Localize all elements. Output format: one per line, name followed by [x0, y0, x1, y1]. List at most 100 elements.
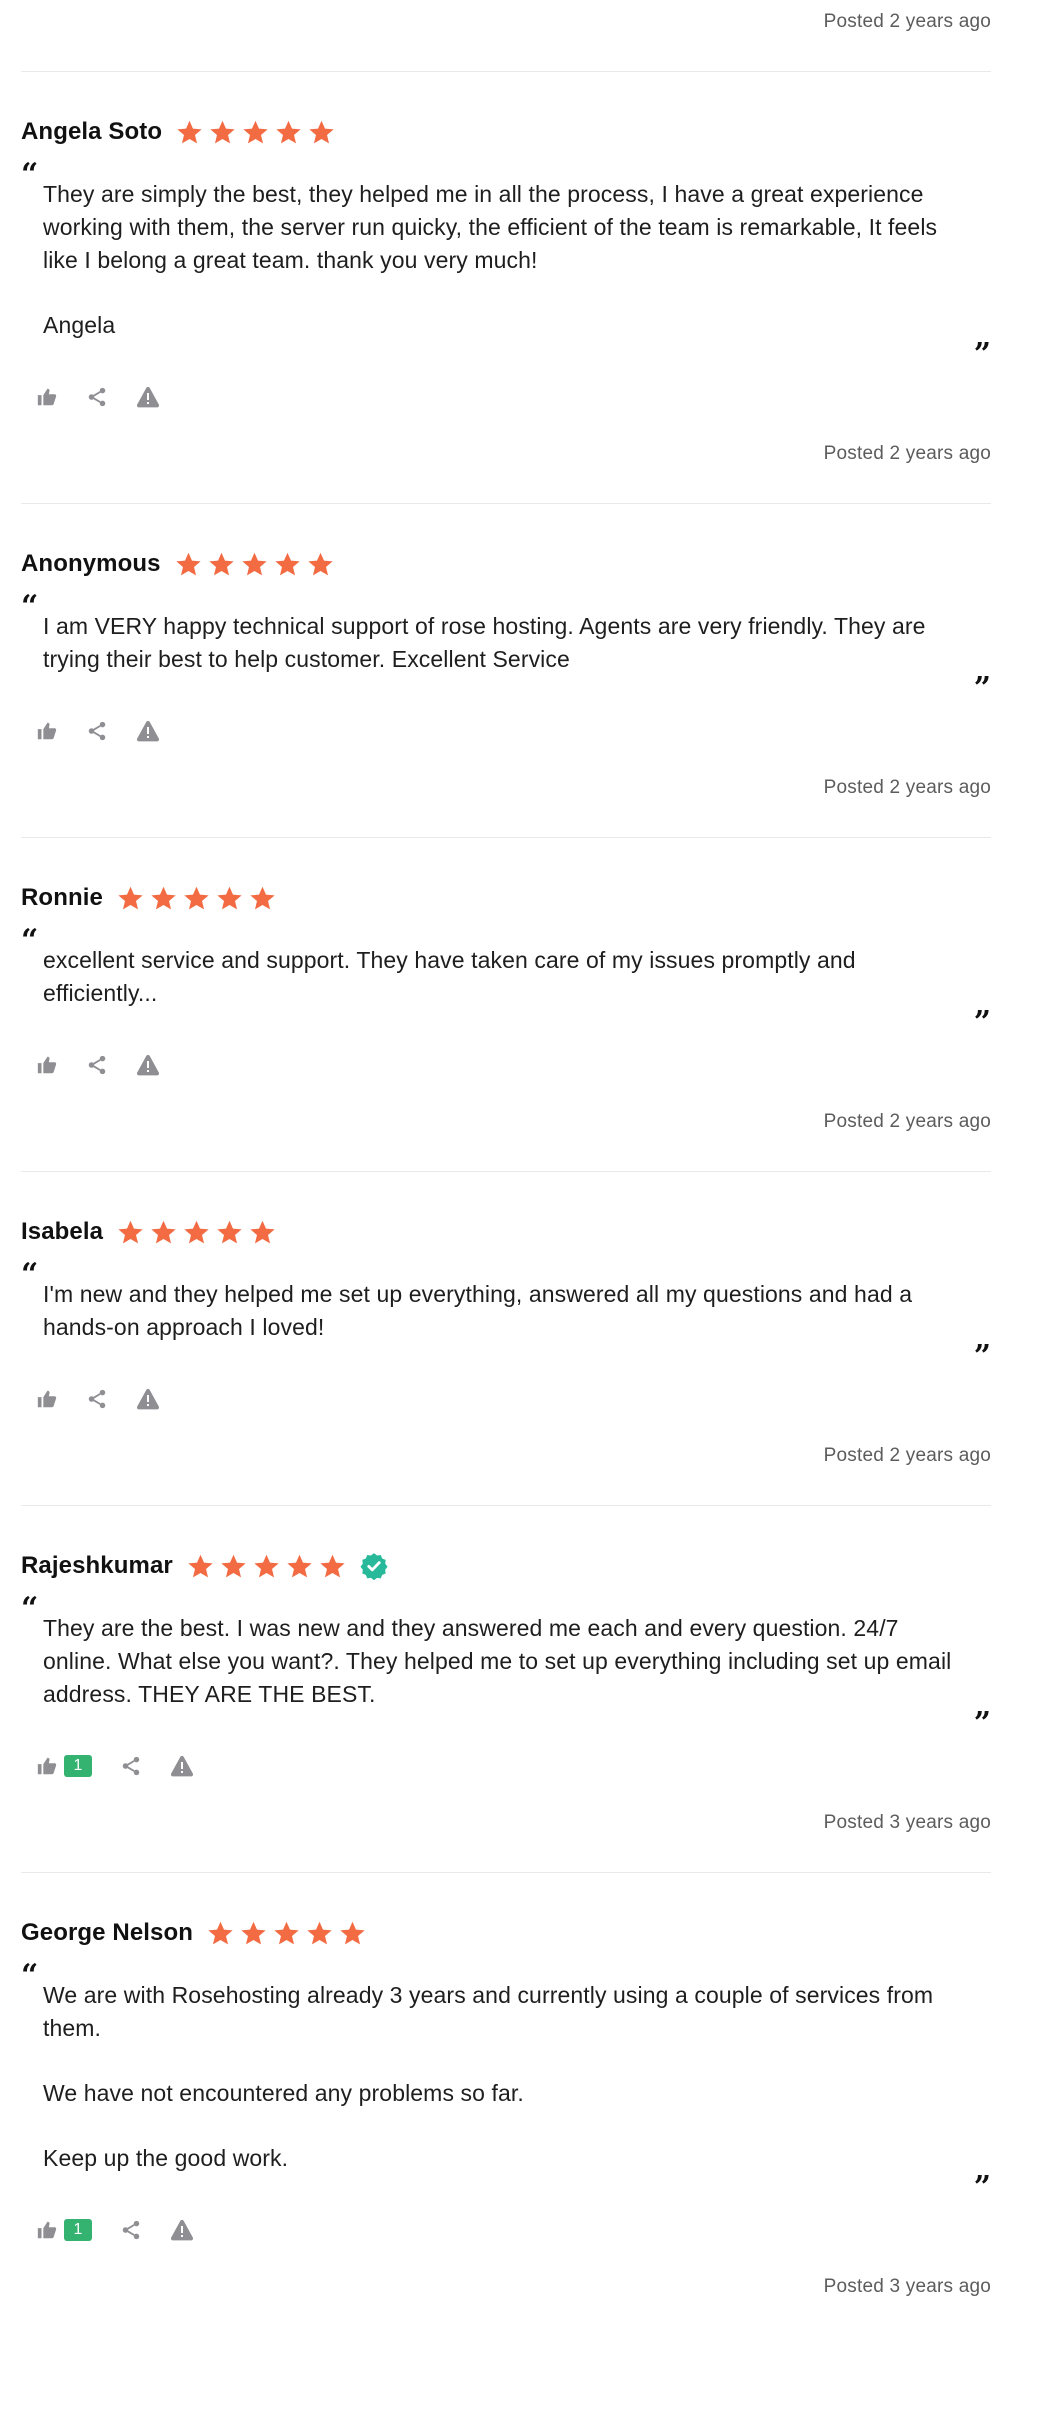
star-icon [306, 1920, 333, 1947]
reviewer-name[interactable]: Rajeshkumar [21, 1552, 173, 1580]
review-header: Isabela [21, 1212, 991, 1252]
star-rating [207, 1920, 372, 1947]
review-text: I'm new and they helped me set up everyt… [21, 1278, 991, 1344]
close-quote-row: ” [21, 1008, 991, 1038]
star-icon [117, 885, 144, 912]
review: Isabela “I'm new and they helped me set u… [21, 1212, 991, 1470]
review-actions [21, 714, 991, 748]
thumbs-up-icon [36, 386, 58, 408]
review-actions: 1 [21, 2213, 991, 2247]
like-button[interactable] [36, 720, 58, 742]
posted-date: Posted 2 years ago [823, 443, 991, 464]
share-button[interactable] [86, 1388, 108, 1410]
thumbs-up-icon [36, 1054, 58, 1076]
star-icon [319, 1553, 346, 1580]
like-button[interactable] [36, 386, 58, 408]
review-actions [21, 1048, 991, 1082]
close-quote-row: ” [21, 1706, 991, 1741]
open-quote-icon: “ [21, 1257, 39, 1292]
review: George Nelson “We are with Rosehosting al… [21, 1913, 991, 2301]
review: Anonymous “I am VERY happy technical supp… [21, 544, 991, 802]
open-quote-icon: “ [21, 157, 39, 192]
review-text: They are simply the best, they helped me… [21, 178, 991, 342]
review-paragraph: We are with Rosehosting already 3 years … [43, 1982, 934, 2041]
warning-icon [170, 2218, 194, 2242]
report-button[interactable] [136, 1053, 160, 1077]
review-paragraph: I am VERY happy technical support of ros… [43, 613, 926, 672]
share-icon [120, 2219, 142, 2241]
review-paragraph: excellent service and support. They have… [43, 947, 856, 1006]
star-icon [207, 1920, 234, 1947]
close-quote-row: ” [21, 340, 991, 370]
close-quote-row: ” [21, 674, 991, 704]
star-icon [208, 551, 235, 578]
thumbs-up-icon [36, 1388, 58, 1410]
reviewer-name[interactable]: Ronnie [21, 884, 103, 912]
like-button[interactable]: 1 [36, 1755, 92, 1777]
review: Angela Soto “They are simply the best, th… [21, 112, 991, 468]
like-count-badge: 1 [64, 2219, 92, 2241]
star-icon [273, 1920, 300, 1947]
report-button[interactable] [170, 1754, 194, 1778]
review-text: They are the best. I was new and they an… [21, 1612, 991, 1711]
report-button[interactable] [136, 385, 160, 409]
star-rating [175, 551, 340, 578]
star-icon [183, 1219, 210, 1246]
thumbs-up-icon [36, 1755, 58, 1777]
divider [21, 503, 991, 504]
posted-date: Posted 3 years ago [823, 1812, 991, 1833]
report-button[interactable] [136, 719, 160, 743]
share-button[interactable] [86, 720, 108, 742]
close-quote-icon: ” [973, 1339, 991, 1374]
review-paragraph: Angela [43, 312, 116, 338]
star-icon [220, 1553, 247, 1580]
reviews-column: Posted 2 years ago Angela Soto “They are s… [21, 8, 991, 2301]
review-paragraph: They are simply the best, they helped me… [43, 181, 938, 273]
review-header: George Nelson [21, 1913, 991, 1953]
posted-date: Posted 2 years ago [823, 11, 991, 32]
star-rating [187, 1553, 352, 1580]
divider [21, 1171, 991, 1172]
review: Rajeshkumar “They are the best. I was new… [21, 1546, 991, 1837]
verified-badge-icon [360, 1552, 388, 1580]
star-icon [216, 885, 243, 912]
review-header: Angela Soto [21, 112, 991, 152]
warning-icon [136, 1053, 160, 1077]
divider [21, 71, 991, 72]
share-button[interactable] [120, 2219, 142, 2241]
open-quote-icon: “ [21, 923, 39, 958]
star-icon [274, 551, 301, 578]
reviewer-name[interactable]: Isabela [21, 1218, 103, 1246]
review-header: Ronnie [21, 878, 991, 918]
reviewer-name[interactable]: Angela Soto [21, 118, 162, 146]
share-button[interactable] [86, 386, 108, 408]
like-button[interactable]: 1 [36, 2219, 92, 2241]
star-icon [275, 119, 302, 146]
reviewer-name[interactable]: Anonymous [21, 550, 161, 578]
review-header: Anonymous [21, 544, 991, 584]
warning-icon [136, 1387, 160, 1411]
star-icon [117, 1219, 144, 1246]
review-paragraph: I'm new and they helped me set up everyt… [43, 1281, 913, 1340]
like-count-badge: 1 [64, 1755, 92, 1777]
like-button[interactable] [36, 1054, 58, 1076]
reviews-page: Posted 2 years ago Angela Soto “They are s… [0, 0, 1056, 2434]
close-quote-icon: ” [973, 1706, 991, 1741]
report-button[interactable] [136, 1387, 160, 1411]
review-quote: “We are with Rosehosting already 3 years… [21, 1961, 991, 2203]
star-icon [339, 1920, 366, 1947]
share-icon [86, 1054, 108, 1076]
like-button[interactable] [36, 1388, 58, 1410]
review-quote: “They are simply the best, they helped m… [21, 160, 991, 370]
review-quote: “excellent service and support. They hav… [21, 926, 991, 1038]
review-paragraph: We have not encountered any problems so … [43, 2080, 524, 2106]
reviewer-name[interactable]: George Nelson [21, 1919, 193, 1947]
share-button[interactable] [86, 1054, 108, 1076]
share-button[interactable] [120, 1755, 142, 1777]
review: Ronnie “excellent service and support. Th… [21, 878, 991, 1136]
posted-date: Posted 2 years ago [823, 1111, 991, 1132]
posted-date: Posted 2 years ago [823, 777, 991, 798]
report-button[interactable] [170, 2218, 194, 2242]
review-actions: 1 [21, 1749, 991, 1783]
review-paragraph: Keep up the good work. [43, 2145, 289, 2171]
